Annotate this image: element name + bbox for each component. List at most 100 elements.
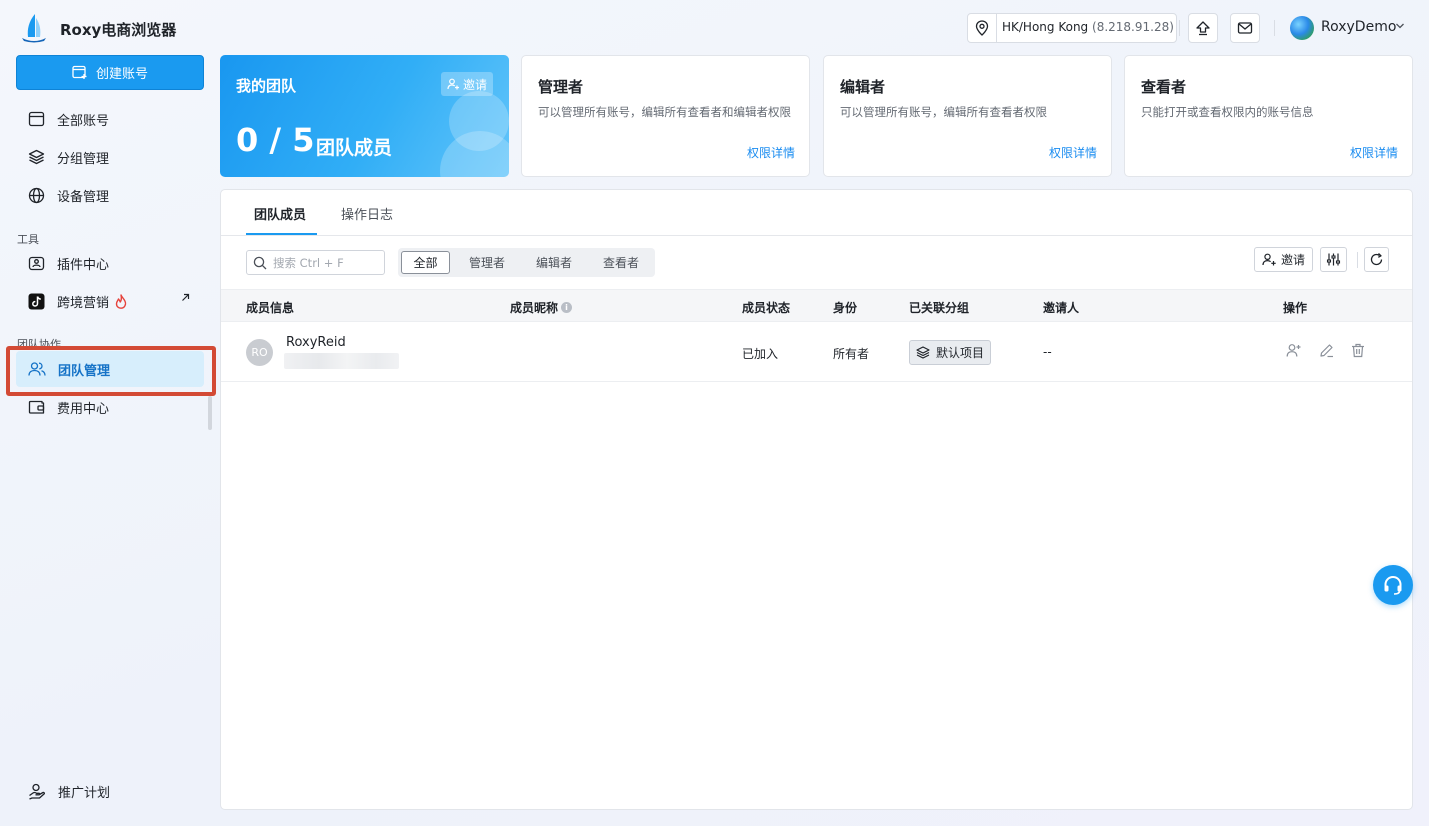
sidebar-item-all-accounts[interactable]: 全部账号 [16, 101, 204, 137]
role-permission-details-link[interactable]: 权限详情 [747, 144, 795, 161]
sidebar-item-label: 费用中心 [57, 401, 110, 417]
column-settings-button[interactable] [1320, 247, 1347, 272]
role-card-editor: 编辑者 可以管理所有账号，编辑所有查看者权限 权限详情 [823, 55, 1112, 177]
trash-icon[interactable] [1351, 343, 1365, 358]
user-name[interactable]: RoxyDemo [1321, 19, 1396, 35]
decor-bubble [440, 131, 509, 177]
create-account-label: 创建账号 [95, 67, 148, 82]
add-window-icon [72, 65, 87, 79]
header-divider [1179, 20, 1180, 36]
sidebar-item-plugins[interactable]: 插件中心 [16, 245, 204, 281]
team-member-count-label: 团队成员 [316, 137, 393, 159]
sidebar-scrollbar[interactable] [208, 396, 212, 430]
sidebar-item-referral[interactable]: 推广计划 [16, 773, 204, 809]
location-pin-icon [968, 14, 997, 42]
tab-team-members[interactable]: 团队成员 [254, 204, 306, 223]
search-icon [253, 256, 267, 270]
app-title: Roxy电商浏览器 [60, 21, 177, 39]
sidebar-item-devices[interactable]: 设备管理 [16, 177, 204, 213]
referral-icon [29, 783, 45, 800]
member-status: 已加入 [742, 347, 779, 361]
proxy-location-display[interactable]: HK/Hong Kong (8.218.91.28) [967, 13, 1177, 43]
redacted-email [284, 353, 399, 369]
team-members-panel: 团队成员 操作日志 全部 管理者 编辑者 查看者 邀请 成员信息 成员昵称i 成… [220, 189, 1413, 810]
sidebar-item-groups[interactable]: 分组管理 [16, 139, 204, 175]
header-divider [1274, 20, 1275, 36]
upload-button[interactable] [1188, 13, 1218, 43]
filter-editor[interactable]: 编辑者 [527, 251, 581, 274]
layers-icon [28, 149, 45, 165]
location-name: HK/Hong Kong [1002, 20, 1089, 34]
role-card-viewer: 查看者 只能打开或查看权限内的账号信息 权限详情 [1124, 55, 1413, 177]
column-header: 成员昵称 i [510, 299, 573, 316]
sidebar-item-marketing[interactable]: 跨境营销 [16, 283, 204, 319]
headset-icon [1384, 575, 1402, 595]
role-permission-details-link[interactable]: 权限详情 [1350, 144, 1398, 161]
active-tab-indicator [246, 233, 317, 235]
layers-icon [916, 346, 930, 359]
refresh-icon [1370, 253, 1383, 266]
upload-icon [1196, 21, 1210, 36]
external-arrow-icon [182, 293, 190, 301]
filter-viewer[interactable]: 查看者 [594, 251, 648, 274]
roxy-logo-icon [22, 14, 46, 43]
search-input[interactable] [273, 254, 381, 271]
team-member-count: 0 / 5 [236, 121, 315, 159]
role-permission-details-link[interactable]: 权限详情 [1049, 144, 1097, 161]
sidebar-item-label: 设备管理 [57, 189, 110, 205]
edit-icon[interactable] [1319, 343, 1334, 358]
role-filter-group: 全部 管理者 编辑者 查看者 [398, 248, 655, 277]
member-role: 所有者 [833, 347, 870, 361]
puzzle-icon [28, 256, 45, 270]
group-tag-label: 默认项目 [935, 346, 984, 360]
team-card-invite-button[interactable]: 邀请 [441, 72, 493, 96]
search-box[interactable] [246, 250, 385, 275]
table-header: 成员信息 成员昵称 i 成员状态 身份 已关联分组 邀请人 操作 [221, 289, 1412, 322]
my-team-card: 我的团队 邀请 0 / 5 团队成员 [220, 55, 509, 177]
column-header: 邀请人 [1043, 301, 1080, 315]
member-name: RoxyReid [286, 335, 346, 350]
info-icon[interactable]: i [561, 302, 573, 313]
role-description: 只能打开或查看权限内的账号信息 [1141, 105, 1314, 119]
sidebar-item-label: 全部账号 [57, 113, 110, 129]
column-header: 操作 [1283, 301, 1308, 315]
sidebar-item-label: 分组管理 [57, 151, 110, 167]
role-description: 可以管理所有账号，编辑所有查看者权限 [840, 105, 1047, 119]
filter-all[interactable]: 全部 [401, 251, 450, 274]
sidebar-item-label: 插件中心 [57, 257, 110, 273]
sidebar-item-label: 推广计划 [58, 785, 111, 801]
member-inviter: -- [1043, 345, 1052, 359]
column-header: 成员信息 [246, 301, 295, 315]
sidebar-item-label: 跨境营销 [57, 295, 110, 311]
team-card-invite-label: 邀请 [462, 77, 487, 92]
column-header: 已关联分组 [909, 301, 970, 315]
tab-operation-log[interactable]: 操作日志 [341, 204, 393, 223]
location-text: HK/Hong Kong (8.218.91.28) [1002, 20, 1174, 34]
globe-icon [28, 187, 45, 203]
column-header: 身份 [833, 301, 858, 315]
assign-user-icon[interactable] [1286, 343, 1302, 358]
filter-admin[interactable]: 管理者 [460, 251, 514, 274]
customer-support-button[interactable] [1373, 565, 1413, 605]
fire-icon [115, 293, 127, 309]
column-header: 成员状态 [742, 301, 791, 315]
selection-highlight-box [6, 346, 216, 396]
group-tag: 默认项目 [909, 340, 991, 365]
messages-button[interactable] [1230, 13, 1260, 43]
invite-member-button[interactable]: 邀请 [1254, 247, 1313, 272]
add-user-icon [447, 78, 459, 90]
chevron-down-icon[interactable] [1395, 22, 1405, 30]
sliders-icon [1326, 253, 1341, 266]
location-ip: (8.218.91.28) [1092, 20, 1174, 34]
user-avatar[interactable] [1290, 16, 1314, 40]
toolbar-divider [1357, 252, 1358, 268]
table-row: RO RoxyReid 已加入 所有者 默认项目 -- [221, 322, 1412, 382]
create-account-button[interactable]: 创建账号 [16, 55, 204, 90]
refresh-button[interactable] [1364, 247, 1389, 272]
team-card-title: 我的团队 [236, 77, 297, 95]
role-title: 编辑者 [840, 78, 886, 96]
wallet-icon [28, 400, 45, 414]
panel-tabs: 团队成员 操作日志 [221, 190, 1412, 236]
avatar: RO [246, 339, 273, 366]
mail-icon [1237, 22, 1253, 34]
